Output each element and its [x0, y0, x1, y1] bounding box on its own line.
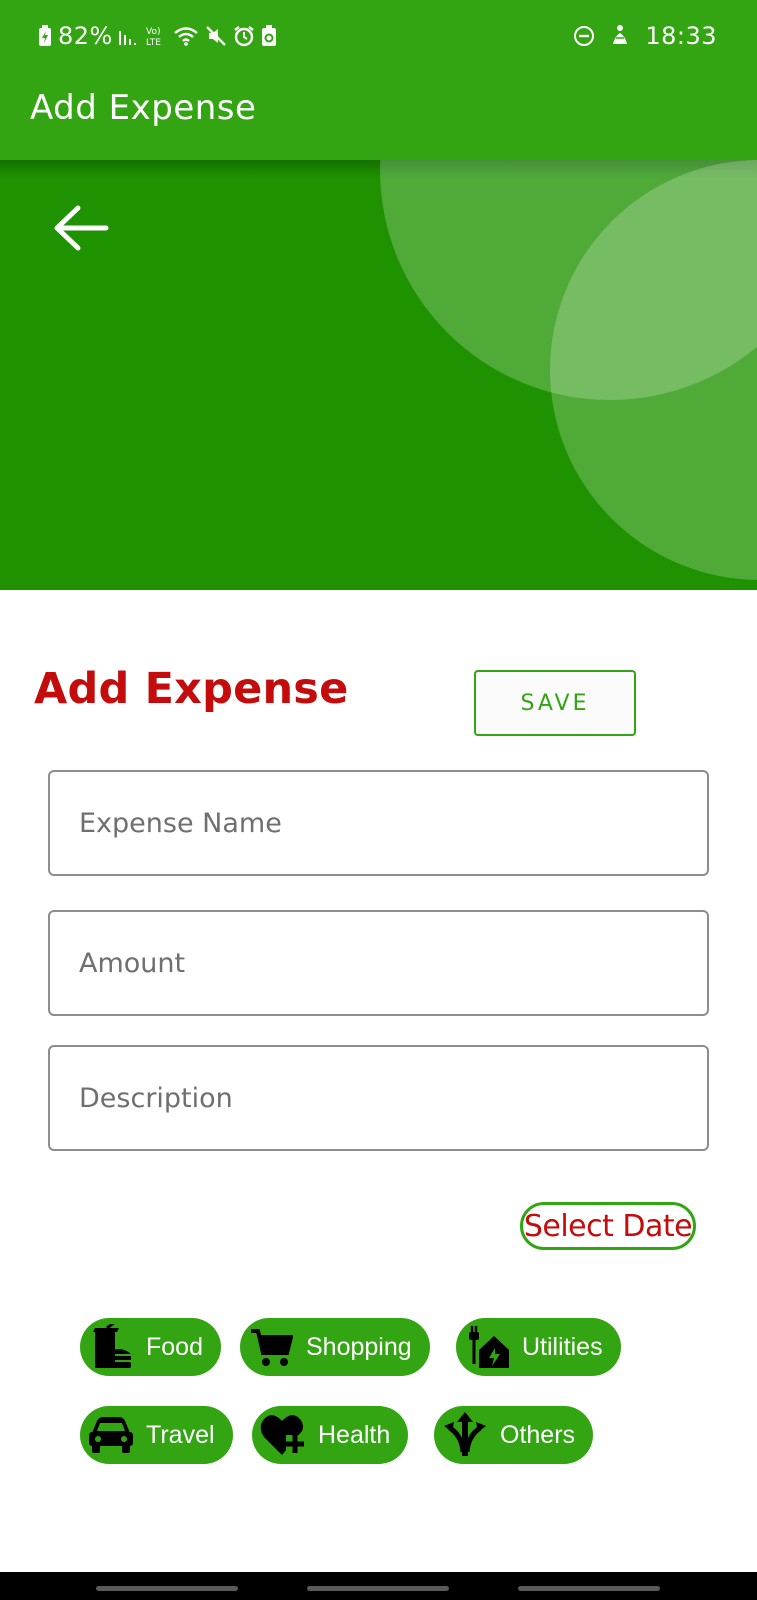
battery-saver-icon: [261, 25, 277, 47]
category-label: Travel: [146, 1420, 215, 1449]
home-handle[interactable]: [307, 1586, 449, 1591]
svg-text:LTE: LTE: [146, 38, 161, 47]
car-icon: [88, 1412, 134, 1458]
recents-handle[interactable]: [96, 1586, 238, 1591]
category-chip-health[interactable]: Health: [252, 1406, 409, 1464]
alarm-icon: [233, 25, 255, 47]
add-expense-screen: 82% Vo) LTE 18:33 Add Expense Add Expens…: [0, 0, 757, 1600]
battery-charging-icon: [38, 25, 52, 47]
utilities-house-icon: [464, 1324, 510, 1370]
category-label: Utilities: [522, 1332, 603, 1361]
back-button[interactable]: [48, 200, 112, 256]
wifi-icon: [173, 26, 199, 46]
category-chip-others[interactable]: Others: [434, 1406, 594, 1464]
status-right: 18:33: [573, 20, 717, 52]
category-chip-travel[interactable]: Travel: [80, 1406, 233, 1464]
amount-input[interactable]: [79, 947, 707, 979]
form-title: Add Expense: [34, 664, 349, 714]
battery-percent: 82%: [58, 22, 113, 50]
expense-form: Add Expense SAVE Select Date Food Shoppi…: [0, 590, 757, 1570]
expense-name-input[interactable]: [79, 807, 707, 839]
svg-text:Vo): Vo): [146, 27, 160, 37]
volte-icon: Vo) LTE: [145, 25, 167, 47]
clock: 18:33: [645, 22, 717, 50]
description-input[interactable]: [79, 1082, 707, 1114]
category-label: Shopping: [306, 1332, 412, 1361]
amount-field[interactable]: [48, 910, 709, 1016]
category-label: Food: [146, 1332, 203, 1361]
expense-name-field[interactable]: [48, 770, 709, 876]
accessibility-icon: [609, 24, 631, 48]
split-arrows-icon: [442, 1412, 488, 1458]
signal-icon: [118, 27, 139, 45]
back-handle[interactable]: [518, 1586, 660, 1591]
mute-icon: [205, 25, 227, 47]
save-button[interactable]: SAVE: [474, 670, 636, 736]
category-chip-food[interactable]: Food: [80, 1318, 221, 1376]
app-bar: 82% Vo) LTE 18:33 Add Expense: [0, 0, 757, 160]
arrow-left-icon: [54, 205, 109, 251]
category-chip-utilities[interactable]: Utilities: [456, 1318, 621, 1376]
description-field[interactable]: [48, 1045, 709, 1151]
app-bar-title: Add Expense: [30, 88, 257, 128]
select-date-button[interactable]: Select Date: [520, 1202, 696, 1250]
system-nav-bar: [0, 1572, 757, 1600]
status-left: 82% Vo) LTE: [38, 20, 277, 52]
category-chip-shopping[interactable]: Shopping: [240, 1318, 430, 1376]
category-label: Health: [318, 1420, 391, 1449]
category-label: Others: [500, 1420, 576, 1449]
heart-plus-icon: [260, 1412, 306, 1458]
dnd-icon: [573, 25, 595, 47]
shopping-cart-icon: [248, 1324, 294, 1370]
food-icon: [88, 1324, 134, 1370]
status-bar: 82% Vo) LTE 18:33: [0, 0, 757, 72]
hero-banner: [0, 160, 757, 590]
